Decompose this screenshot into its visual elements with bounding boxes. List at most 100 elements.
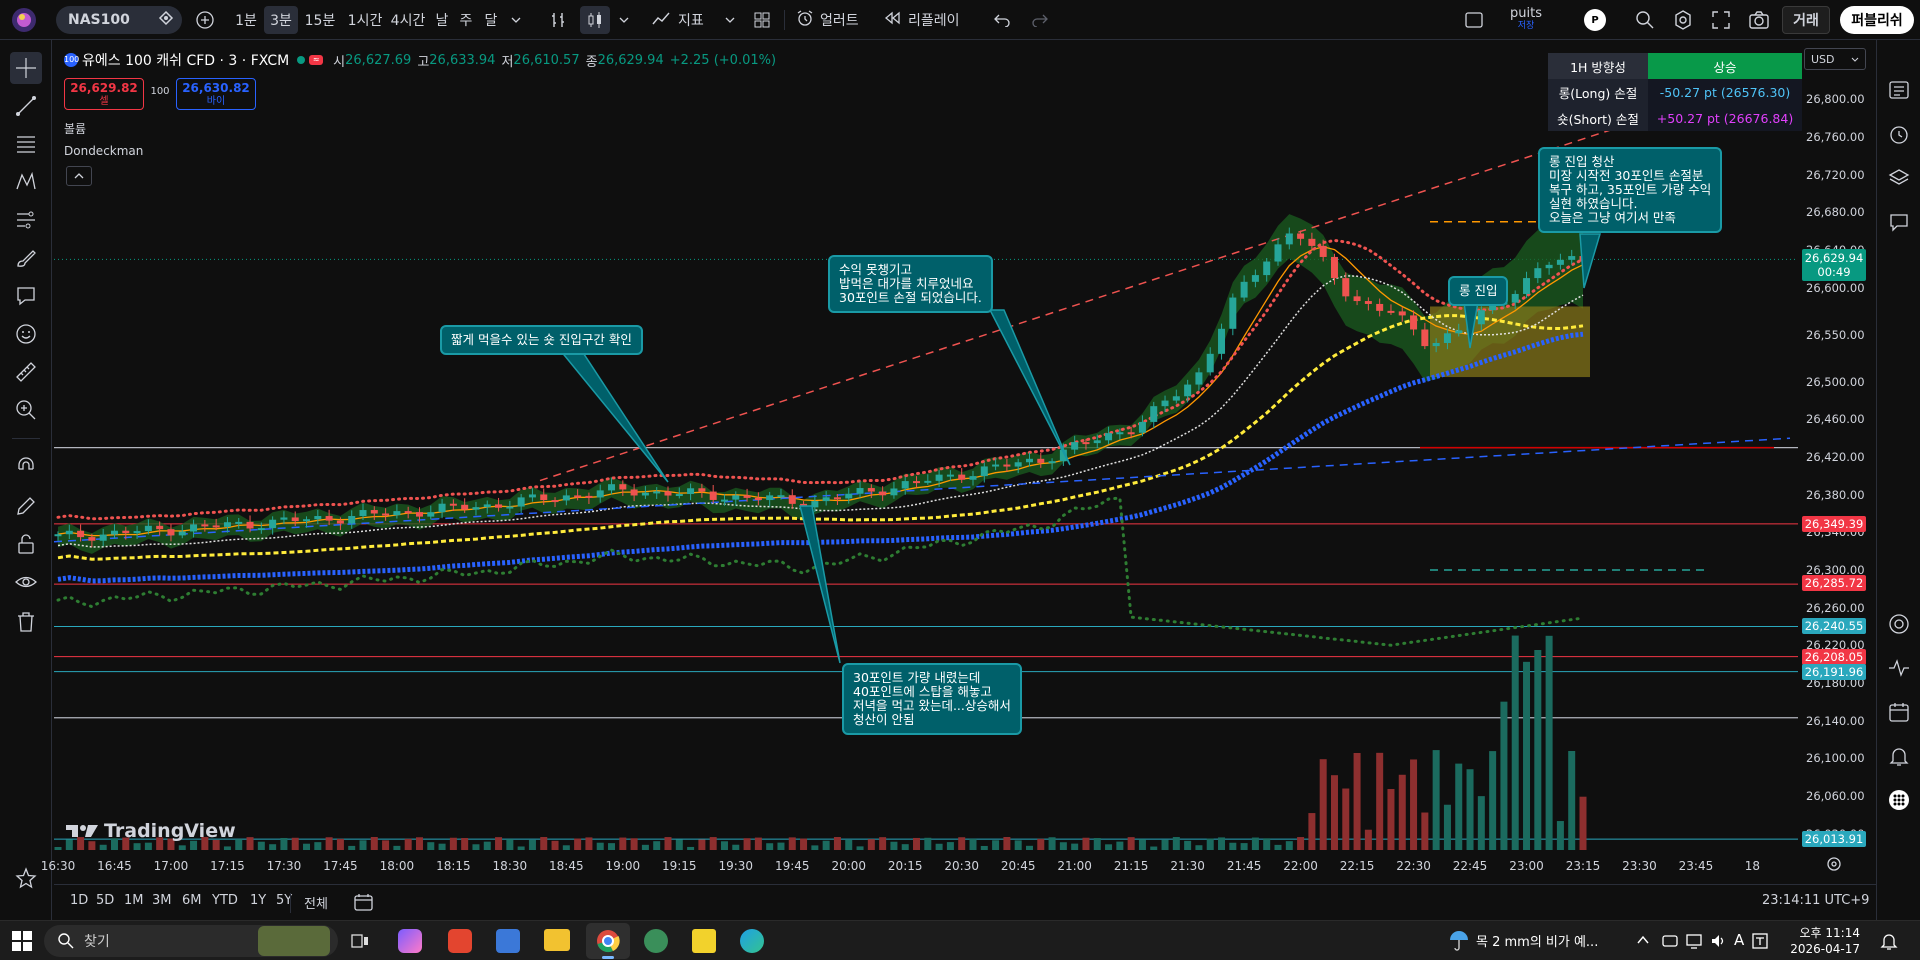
- camera-snapshot-icon[interactable]: [1744, 6, 1774, 34]
- timeframe-7[interactable]: 달: [480, 6, 502, 34]
- favorites-star-icon[interactable]: [10, 862, 42, 894]
- pencil-lock-icon[interactable]: [10, 490, 42, 522]
- range-6[interactable]: 1Y: [250, 893, 266, 908]
- notifications-bell-icon[interactable]: [1883, 740, 1915, 772]
- layout-name[interactable]: puits 저장: [1498, 7, 1554, 33]
- file-explorer-icon[interactable]: [544, 929, 570, 951]
- trend-line-icon[interactable]: [10, 90, 42, 122]
- annotation-stop-not-filled[interactable]: 30포인트 가량 내렸는데 40포인트에 스탑을 해놓고 저녁을 먹고 왔는데.…: [842, 663, 1022, 735]
- range-5[interactable]: YTD: [212, 893, 238, 908]
- candle-chart-type-icon[interactable]: [580, 6, 610, 34]
- text-note-icon[interactable]: [10, 280, 42, 312]
- edge-icon[interactable]: [740, 929, 764, 953]
- pattern-tool-icon[interactable]: [10, 166, 42, 198]
- range-2[interactable]: 1M: [124, 893, 144, 908]
- publish-button[interactable]: 퍼블리쉬: [1840, 6, 1914, 34]
- timeframe-2[interactable]: 15분: [300, 6, 340, 34]
- annotation-long-entry[interactable]: 롱 진입: [1448, 276, 1509, 306]
- chrome-active-tab[interactable]: [586, 923, 630, 959]
- ruler-measure-icon[interactable]: [10, 356, 42, 388]
- volume-speaker-icon[interactable]: [1710, 933, 1726, 953]
- collapse-legend-button[interactable]: [66, 166, 92, 186]
- redo-icon[interactable]: [1028, 6, 1052, 34]
- bar-chart-type-icon[interactable]: [544, 6, 572, 34]
- ime-indicator[interactable]: A: [1734, 931, 1744, 949]
- app-green-icon[interactable]: [644, 929, 668, 953]
- timeframe-1[interactable]: 3분: [264, 6, 298, 34]
- windows-start-icon[interactable]: [12, 931, 32, 955]
- annotation-short-entry-zone[interactable]: 짧게 먹을수 있는 숏 진입구간 확인: [440, 325, 643, 355]
- chart-type-dropdown-icon[interactable]: [616, 6, 632, 34]
- taskbar-search[interactable]: 찾기: [44, 925, 338, 957]
- symbol-search[interactable]: NAS100: [56, 6, 182, 34]
- fib-retracement-icon[interactable]: [10, 128, 42, 160]
- copilot-icon[interactable]: [398, 929, 422, 953]
- timeframe-0[interactable]: 1분: [232, 6, 260, 34]
- annotation-long-exit[interactable]: 롱 진입 청산 미장 시작전 30포인트 손절분 복구 하고, 35포인트 가량…: [1538, 147, 1723, 233]
- sell-button[interactable]: 26,629.82 셀: [64, 78, 144, 110]
- legend-symbol-title[interactable]: 유에스 100 캐쉬 CFD · 3 · FXCM: [82, 50, 289, 70]
- app-red-icon[interactable]: [448, 929, 472, 953]
- chat-icon[interactable]: [1883, 206, 1915, 238]
- brush-icon[interactable]: [10, 242, 42, 274]
- network-icon[interactable]: [1686, 933, 1702, 953]
- apps-grid-icon[interactable]: [1883, 784, 1915, 816]
- store-icon[interactable]: [496, 929, 520, 953]
- annotation-stop-loss[interactable]: 수익 못챙기고 밥먹은 대가를 치루었네요 30포인트 손절 되었습니다.: [828, 255, 993, 313]
- fullscreen-checkbox-icon[interactable]: [1462, 6, 1486, 34]
- currency-selector[interactable]: USD: [1804, 48, 1866, 70]
- goto-date-icon[interactable]: [354, 893, 374, 915]
- timeframe-dropdown-icon[interactable]: [508, 6, 524, 34]
- timeframe-3[interactable]: 1시간: [344, 6, 386, 34]
- weather-widget[interactable]: 목 2 mm의 비가 예...: [1448, 929, 1598, 951]
- replay-button[interactable]: 리플레이: [884, 6, 984, 34]
- tray-chevron-up-icon[interactable]: [1636, 933, 1650, 951]
- crosshair-icon[interactable]: [10, 52, 42, 84]
- volume-legend[interactable]: 볼륨: [64, 120, 86, 137]
- notification-bell-icon[interactable]: [1880, 931, 1898, 955]
- price-chart-svg[interactable]: [54, 40, 1798, 880]
- range-0[interactable]: 1D: [70, 893, 88, 908]
- axis-settings-gear-icon[interactable]: [1826, 856, 1842, 876]
- chart-clock[interactable]: 23:14:11 UTC+9: [1762, 893, 1869, 908]
- eye-visibility-icon[interactable]: [10, 566, 42, 598]
- timeframe-5[interactable]: 날: [432, 6, 452, 34]
- ime-mode-icon[interactable]: [1752, 933, 1768, 953]
- watchlist-icon[interactable]: [1883, 74, 1915, 106]
- indicator-legend[interactable]: Dondeckman: [64, 144, 143, 158]
- timeframe-6[interactable]: 주: [456, 6, 476, 34]
- pulse-icon[interactable]: [1883, 652, 1915, 684]
- task-view-icon[interactable]: [350, 931, 370, 955]
- target-icon[interactable]: [1883, 608, 1915, 640]
- timeframe-4[interactable]: 4시간: [388, 6, 428, 34]
- settings-gear-icon[interactable]: [1668, 6, 1698, 34]
- search-zoom-icon[interactable]: [1630, 6, 1660, 34]
- user-avatar[interactable]: P: [1584, 9, 1606, 31]
- range-8[interactable]: 전체: [304, 893, 328, 912]
- taskbar-clock[interactable]: 오후 11:14 2026-04-17: [1790, 925, 1860, 957]
- chart-pane[interactable]: [54, 40, 1798, 880]
- sticky-notes-icon[interactable]: [692, 929, 716, 953]
- layers-icon[interactable]: [1883, 162, 1915, 194]
- trash-delete-icon[interactable]: [10, 606, 42, 638]
- calendar-icon[interactable]: [1883, 696, 1915, 728]
- add-symbol-icon[interactable]: [192, 6, 218, 34]
- emoji-icon[interactable]: [10, 318, 42, 350]
- tray-app-icon[interactable]: [1662, 933, 1678, 953]
- range-4[interactable]: 6M: [182, 893, 202, 908]
- layouts-grid-icon[interactable]: [748, 6, 776, 34]
- buy-button[interactable]: 26,630.82 바이: [176, 78, 256, 110]
- fullscreen-icon[interactable]: [1706, 6, 1736, 34]
- magnet-icon[interactable]: [10, 452, 42, 484]
- zoom-in-icon[interactable]: [10, 394, 42, 426]
- forecast-tool-icon[interactable]: [10, 204, 42, 236]
- alerts-button[interactable]: 얼러트: [796, 6, 872, 34]
- trade-button[interactable]: 거래: [1782, 6, 1830, 34]
- undo-icon[interactable]: [990, 6, 1014, 34]
- indicators-dropdown-icon[interactable]: [722, 6, 738, 34]
- lock-icon[interactable]: [10, 528, 42, 560]
- profile-logo-icon[interactable]: [8, 6, 40, 34]
- alerts-clock-icon[interactable]: [1883, 118, 1915, 150]
- range-1[interactable]: 5D: [96, 893, 114, 908]
- range-3[interactable]: 3M: [152, 893, 172, 908]
